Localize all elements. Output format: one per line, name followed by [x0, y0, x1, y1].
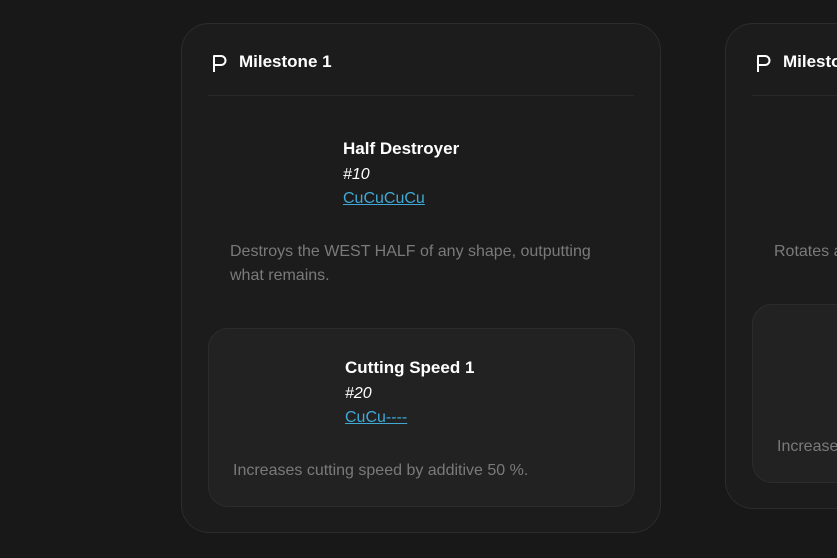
upgrade-description: Increases cutting speed by additive 50 %…: [233, 462, 529, 479]
upgrade-number: #20: [345, 385, 372, 402]
milestone-title: Milestone 2: [783, 52, 837, 71]
milestones-board: Milestone 1 Half Destroyer #10 CuCuCuCu …: [0, 0, 837, 558]
milestone-title: Milestone 1: [239, 52, 332, 71]
upgrade-description: Increase: [777, 438, 837, 455]
upgrade-shape-code-link[interactable]: CuCu----: [345, 409, 407, 427]
upgrade-card: Cutting Speed 1 #20 CuCu---- Increases c…: [208, 328, 635, 507]
upgrade-name: Cutting Speed 1: [345, 358, 475, 377]
milestone-header: Milestone 1: [208, 24, 634, 96]
milestone-card: Milestone 1 Half Destroyer #10 CuCuCuCu …: [181, 23, 661, 533]
flag-icon: [212, 54, 228, 73]
upgrade-card: Increase: [752, 304, 837, 483]
reward-number: #10: [343, 166, 370, 183]
reward-description: Rotates a: [774, 243, 837, 260]
reward-name: Half Destroyer: [343, 139, 460, 158]
reward-description: Destroys the WEST HALF of any shape, out…: [230, 243, 591, 284]
flag-icon: [756, 54, 772, 73]
milestone-header: Milestone 2: [752, 24, 837, 96]
reward-shape-code-link[interactable]: CuCuCuCu: [343, 190, 425, 208]
milestone-card: Milestone 2 Rotates a Increase: [725, 23, 837, 509]
